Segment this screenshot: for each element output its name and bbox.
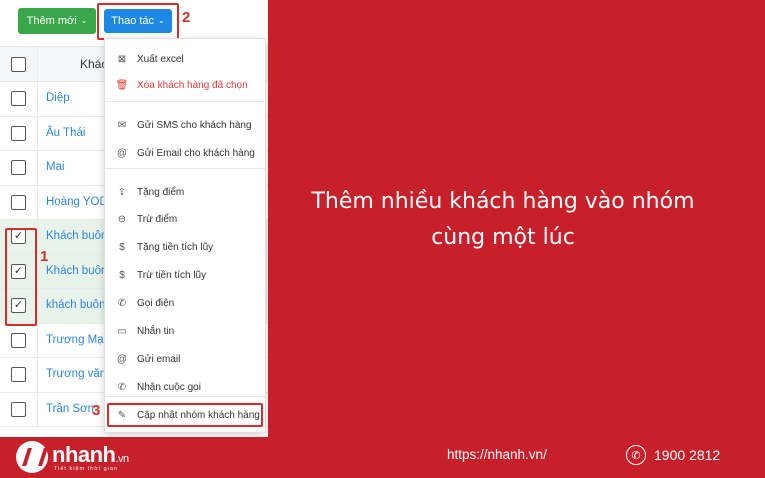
nhanh-logo-mark-icon xyxy=(16,441,48,473)
row-checkbox-cell xyxy=(0,116,38,150)
headline-line-2: cùng một lúc xyxy=(431,225,575,250)
menu-item-email[interactable]: @ Gửi email xyxy=(105,347,265,371)
menu-item-excel[interactable]: ⊠ Xuất excel xyxy=(105,47,265,71)
action-button[interactable]: Thao tác ⌄ xyxy=(104,9,172,33)
menu-item-label: Nhắn tin xyxy=(137,325,175,337)
menu-item-label: Gọi điện xyxy=(137,297,175,309)
dollar-icon: $ xyxy=(119,241,125,253)
customer-name[interactable]: khách buôn xyxy=(46,299,105,311)
row-checkbox[interactable] xyxy=(11,401,26,417)
menu-item-label: Xóa khách hàng đã chọn xyxy=(137,79,248,91)
email-icon: @ xyxy=(116,353,128,365)
gift-icon: ⇪ xyxy=(117,186,127,198)
message-icon: ▭ xyxy=(117,325,127,337)
customer-name[interactable]: Mai xyxy=(46,161,65,173)
row-checkbox[interactable] xyxy=(11,194,26,210)
row-checkbox[interactable] xyxy=(11,160,26,175)
phone-icon: ✆ xyxy=(117,297,127,309)
menu-item-label: Trừ điểm xyxy=(137,213,178,225)
website-link[interactable]: https://nhanh.vn/ xyxy=(447,447,547,462)
chevron-down-icon: ⌄ xyxy=(80,16,88,25)
menu-item-label: Xuất excel xyxy=(137,53,184,65)
menu-item-minus-points[interactable]: ⊖ Trừ điểm xyxy=(105,207,265,231)
update-group-highlight xyxy=(107,403,263,427)
callout-3: 3 xyxy=(92,402,101,419)
add-new-button[interactable]: Thêm mới ⌄ xyxy=(18,8,96,34)
customer-name[interactable]: Khách buôn xyxy=(46,265,107,277)
customer-name[interactable]: Âu Thái xyxy=(46,127,85,139)
logo-suffix: .vn xyxy=(115,453,130,465)
excel-icon: ⊠ xyxy=(117,53,127,65)
menu-item-dollar-minus[interactable]: $ Trừ tiền tích lũy xyxy=(105,263,265,287)
hotline[interactable]: ✆ 1900 2812 xyxy=(626,444,720,466)
customer-name[interactable]: Trương văn l xyxy=(46,368,112,380)
mail-icon: ✉ xyxy=(117,119,127,131)
row-checkbox[interactable] xyxy=(11,125,26,141)
select-all-cell xyxy=(0,47,38,81)
menu-item-label: Tặng điểm xyxy=(137,186,185,198)
menu-item-label: Gửi Email cho khách hàng xyxy=(137,147,255,159)
chevron-down-icon: ⌄ xyxy=(158,16,165,25)
customer-name[interactable]: Khách buôn xyxy=(46,230,107,242)
customer-name[interactable]: Diệp xyxy=(46,92,70,104)
row-checkbox-cell xyxy=(0,392,38,426)
menu-item-label: Gửi email xyxy=(137,353,181,365)
row-checkbox-cell xyxy=(0,185,38,219)
dollar-minus-icon: $ xyxy=(119,269,125,281)
row-checkbox[interactable] xyxy=(11,332,26,348)
menu-item-label: Tặng tiền tích lũy xyxy=(137,241,214,253)
logo-word: nhanh xyxy=(52,442,116,467)
select-all-checkbox[interactable] xyxy=(11,57,26,72)
customer-name[interactable]: Trần Sơn xyxy=(46,403,94,415)
toolbar: Thêm mới ⌄ Thao tác ⌄ xyxy=(0,0,268,42)
menu-item-gift[interactable]: ⇪ Tặng điểm xyxy=(105,180,265,204)
callout-2: 2 xyxy=(182,9,191,26)
logo-tagline: Tiết kiệm thời gian xyxy=(54,466,118,472)
menu-divider xyxy=(105,168,265,169)
trash-icon: 🗑 xyxy=(115,79,129,91)
menu-item-label: Gửi SMS cho khách hàng xyxy=(137,119,252,131)
menu-divider xyxy=(105,101,265,102)
nhanh-logo: nhanh.vn Tiết kiệm thời gian xyxy=(16,441,156,473)
row-checkbox-cell xyxy=(0,358,38,392)
menu-item-trash[interactable]: 🗑 Xóa khách hàng đã chọn xyxy=(105,73,265,97)
callout-1: 1 xyxy=(40,248,49,265)
menu-item-phone[interactable]: ✆ Gọi điện xyxy=(105,291,265,315)
phone-icon: ✆ xyxy=(626,445,646,465)
menu-divider xyxy=(105,396,265,397)
row-checkbox-cell xyxy=(0,82,38,116)
customer-list-panel: Thêm mới ⌄ Thao tác ⌄ Khác Diệp Âu Thái Ma… xyxy=(0,0,268,437)
row-checkbox-cell xyxy=(0,323,38,357)
incoming-call-icon: ✆ xyxy=(117,381,127,393)
menu-item-label: Nhận cuộc gọi xyxy=(137,381,201,393)
row-checkbox-cell xyxy=(0,151,38,185)
at-icon: @ xyxy=(116,147,128,159)
menu-item-label: Trừ tiền tích lũy xyxy=(137,269,207,281)
selected-rows-highlight xyxy=(5,228,37,326)
row-checkbox[interactable] xyxy=(11,91,26,106)
menu-item-message[interactable]: ▭ Nhắn tin xyxy=(105,319,265,343)
hotline-number: 1900 2812 xyxy=(654,447,721,463)
menu-item-mail[interactable]: ✉ Gửi SMS cho khách hàng xyxy=(105,113,265,137)
add-new-label: Thêm mới xyxy=(26,15,77,27)
row-checkbox[interactable] xyxy=(11,367,26,382)
logo-wordmark: nhanh.vn xyxy=(52,442,129,468)
headline-line-1: Thêm nhiều khách hàng vào nhóm xyxy=(311,189,695,214)
menu-item-at[interactable]: @ Gửi Email cho khách hàng xyxy=(105,141,265,165)
menu-item-dollar[interactable]: $ Tặng tiền tích lũy xyxy=(105,235,265,259)
action-label: Thao tác xyxy=(111,15,155,27)
action-dropdown-menu: ⊠ Xuất excel 🗑 Xóa khách hàng đã chọn ✉ Gửi S… xyxy=(104,38,266,433)
headline: Thêm nhiều khách hàng vào nhóm cùng một … xyxy=(283,184,723,256)
minus-points-icon: ⊖ xyxy=(117,213,127,225)
